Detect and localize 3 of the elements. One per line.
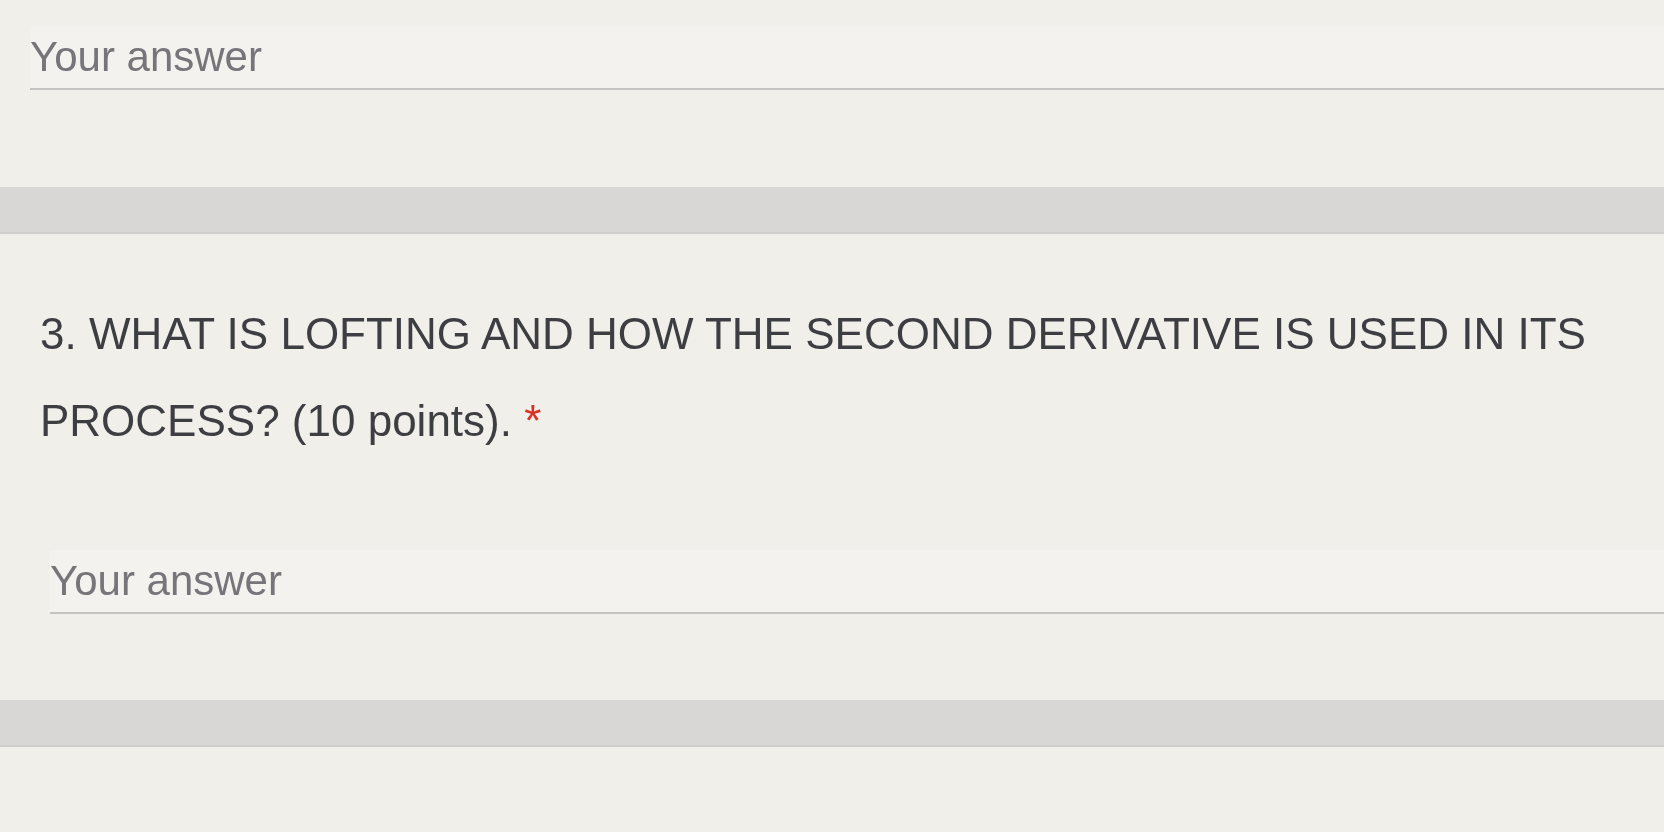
question-title: 3. WHAT IS LOFTING AND HOW THE SECOND DERIVATIVE IS USED IN ITS PROCESS? (10 points). *: [40, 308, 1587, 447]
answer-field[interactable]: Your answer: [30, 26, 1664, 90]
answer-field[interactable]: Your answer: [50, 550, 1664, 614]
